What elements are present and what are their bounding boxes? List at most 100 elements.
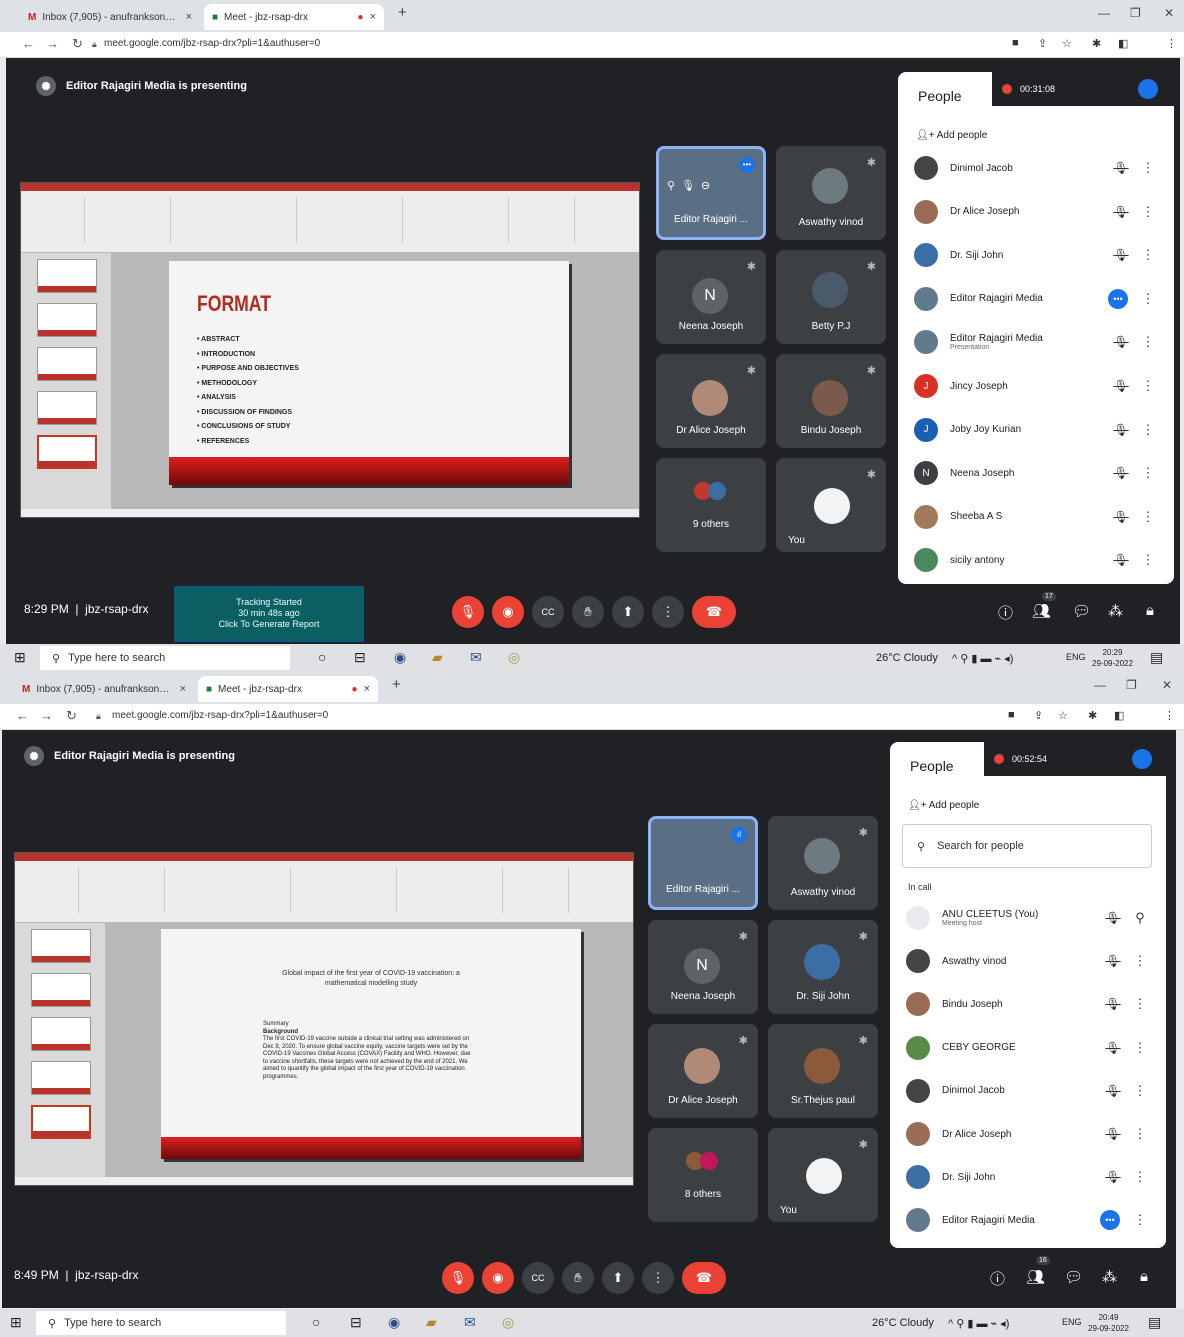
menu-icon[interactable]: ⋮ — [1164, 709, 1175, 722]
mic-off-icon[interactable]: 🎙︎ — [1108, 335, 1134, 349]
more-options-icon[interactable]: ⋮ — [1134, 465, 1162, 481]
mic-off-icon[interactable]: 🎙︎ — [1108, 423, 1134, 437]
slide-thumbnail[interactable] — [31, 973, 91, 1007]
notification-icon[interactable]: ▤ — [1148, 1314, 1161, 1331]
tray-icons[interactable]: ^ ⚲ ▮ ▬ ⌁ ◂) — [948, 1317, 1009, 1330]
remove-icon[interactable]: ⊖ — [701, 179, 710, 192]
url-field[interactable]: meet.google.com/jbz-rsap-drx?pli=1&authu… — [104, 38, 320, 49]
info-icon[interactable]: ⓘ — [998, 602, 1013, 623]
others-tile[interactable]: 9 others — [656, 458, 766, 552]
participant-row[interactable]: J Joby Joy Kurian 🎙︎ ⋮ — [914, 410, 1162, 450]
more-dots-icon[interactable]: ••• — [739, 157, 755, 173]
reload-icon[interactable]: ↻ — [72, 36, 83, 52]
add-people-button[interactable]: 👤︎+ Add people — [908, 800, 979, 811]
mic-off-icon[interactable]: 🎙︎ — [1100, 911, 1126, 925]
forward-icon[interactable]: → — [40, 708, 53, 723]
more-options-icon[interactable]: ⋮ — [1134, 291, 1162, 307]
pin-icon[interactable]: ⚲ — [1126, 910, 1154, 926]
task-view-icon[interactable]: ○ — [312, 1314, 320, 1330]
mic-off-icon[interactable]: 🎙︎ — [1100, 997, 1126, 1011]
more-options-icon[interactable]: ⋮ — [1126, 1212, 1154, 1228]
close-window-icon[interactable]: ✕ — [1162, 678, 1172, 692]
tracking-notice[interactable]: Tracking Started 30 min 48s ago Click To G… — [174, 586, 364, 642]
mic-icon[interactable]: 🎙︎ — [681, 179, 695, 192]
extensions-icon[interactable]: ✱ — [1092, 37, 1101, 50]
present-button[interactable]: ⬆ — [612, 596, 644, 628]
participant-row[interactable]: Aswathy vinod 🎙︎ ⋮ — [906, 941, 1154, 981]
close-window-icon[interactable]: ✕ — [1164, 6, 1174, 20]
chrome-icon[interactable]: ◎ — [502, 1314, 514, 1331]
more-options-icon[interactable]: ⋮ — [1126, 953, 1154, 969]
slide-thumbnail[interactable] — [37, 303, 97, 337]
activities-icon[interactable]: ⁂ — [1102, 1268, 1117, 1286]
more-options-icon[interactable]: ⋮ — [1134, 334, 1162, 350]
slide-thumbnail[interactable] — [31, 929, 91, 963]
slide-thumbnail[interactable] — [37, 347, 97, 381]
windows-start-icon[interactable]: ⊞ — [10, 1314, 22, 1331]
more-options-icon[interactable]: ⋮ — [1134, 552, 1162, 568]
close-tab-icon[interactable]: × — [370, 11, 376, 23]
mic-off-icon[interactable]: 🎙︎ — [1100, 1170, 1126, 1184]
extensions-icon[interactable]: ✱ — [1088, 709, 1097, 722]
participant-row[interactable]: Editor Rajagiri Media Presentation 🎙︎ ⋮ — [914, 322, 1162, 362]
mic-off-icon[interactable]: 🎙︎ — [1108, 248, 1134, 262]
self-tile[interactable]: ✱ You — [776, 458, 886, 552]
add-people-button[interactable]: 👤︎+ Add people — [916, 130, 987, 141]
weather-text[interactable]: 26°C Cloudy — [872, 1317, 934, 1329]
self-tile[interactable]: ✱ You — [768, 1128, 878, 1222]
mic-off-icon[interactable]: 🎙︎ — [1100, 1084, 1126, 1098]
participant-tile[interactable]: ✱ N Neena Joseph — [648, 920, 758, 1014]
star-icon[interactable]: ☆ — [1062, 37, 1072, 50]
star-icon[interactable]: ☆ — [1058, 709, 1068, 722]
widgets-icon[interactable]: ⊟ — [350, 1314, 362, 1331]
language-indicator[interactable]: ENG — [1066, 652, 1086, 662]
slide-thumbnail[interactable] — [31, 1017, 91, 1051]
participant-row[interactable]: Sheeba A S 🎙︎ ⋮ — [914, 497, 1162, 537]
more-options-icon[interactable]: ⋮ — [1134, 204, 1162, 220]
participant-tile-editor[interactable]: ıl Editor Rajagiri ... — [648, 816, 758, 910]
tab-meet[interactable]: ■ Meet - jbz-rsap-drx ● × — [204, 4, 384, 30]
mic-off-icon[interactable]: 🎙︎ — [1108, 161, 1134, 175]
more-options-icon[interactable]: ⋮ — [1134, 160, 1162, 176]
recording-control-icon[interactable] — [1132, 749, 1152, 769]
host-controls-icon[interactable]: 🔒︎ — [1140, 1268, 1148, 1285]
participant-tile[interactable]: ✱ Bindu Joseph — [776, 354, 886, 448]
mic-off-icon[interactable]: 🎙︎ — [1100, 1041, 1126, 1055]
slide-thumbnail[interactable] — [31, 1061, 91, 1095]
camera-toggle-button[interactable]: ◉ — [482, 1262, 514, 1294]
maximize-icon[interactable]: ❐ — [1130, 6, 1141, 20]
participant-row[interactable]: Dr. Siji John 🎙︎ ⋮ — [914, 235, 1162, 275]
participant-row[interactable]: CEBY GEORGE 🎙︎ ⋮ — [906, 1028, 1154, 1068]
participant-tile[interactable]: ✱ N Neena Joseph — [656, 250, 766, 344]
more-options-icon[interactable]: ⋮ — [1134, 378, 1162, 394]
file-explorer-icon[interactable]: ▰ — [432, 649, 443, 666]
camera-icon[interactable]: ■ — [1008, 709, 1015, 721]
mail-icon[interactable]: ✉ — [470, 649, 482, 666]
raise-hand-button[interactable]: ✋︎ — [572, 596, 604, 628]
close-tab-icon[interactable]: × — [186, 11, 192, 23]
chat-icon[interactable]: 💬︎ — [1072, 602, 1091, 620]
more-options-button[interactable]: ⋮ — [642, 1262, 674, 1294]
forward-icon[interactable]: → — [46, 36, 59, 51]
participant-tile[interactable]: ✱ Dr Alice Joseph — [656, 354, 766, 448]
sidebar-icon[interactable]: ◧ — [1114, 709, 1124, 722]
more-options-icon[interactable]: ⋮ — [1126, 1126, 1154, 1142]
participant-tile-editor[interactable]: ⚲ 🎙︎ ⊖ ••• Editor Rajagiri ... — [656, 146, 766, 240]
more-options-icon[interactable]: ⋮ — [1126, 1040, 1154, 1056]
participant-row[interactable]: Dr. Siji John 🎙︎ ⋮ — [906, 1157, 1154, 1197]
new-tab-button[interactable]: + — [392, 676, 401, 693]
tab-gmail[interactable]: M Inbox (7,905) - anufrankson@g × — [20, 4, 200, 30]
new-tab-button[interactable]: + — [398, 4, 407, 21]
taskbar-search[interactable]: ⚲ Type here to search — [40, 646, 290, 670]
more-options-icon[interactable]: ⋮ — [1134, 422, 1162, 438]
windows-start-icon[interactable]: ⊞ — [14, 649, 26, 666]
raise-hand-button[interactable]: ✋︎ — [562, 1262, 594, 1294]
people-icon[interactable]: 👥︎ — [1032, 602, 1051, 620]
taskbar-search[interactable]: ⚲ Type here to search — [36, 1311, 286, 1335]
menu-icon[interactable]: ⋮ — [1166, 37, 1177, 50]
slide-thumbnail[interactable] — [37, 435, 97, 469]
participant-tile[interactable]: ✱ Aswathy vinod — [768, 816, 878, 910]
share-icon[interactable]: ⇪ — [1034, 709, 1043, 722]
participant-row[interactable]: J Jincy Joseph 🎙︎ ⋮ — [914, 366, 1162, 406]
taskbar-clock[interactable]: 20:49 29-09-2022 — [1088, 1312, 1129, 1334]
